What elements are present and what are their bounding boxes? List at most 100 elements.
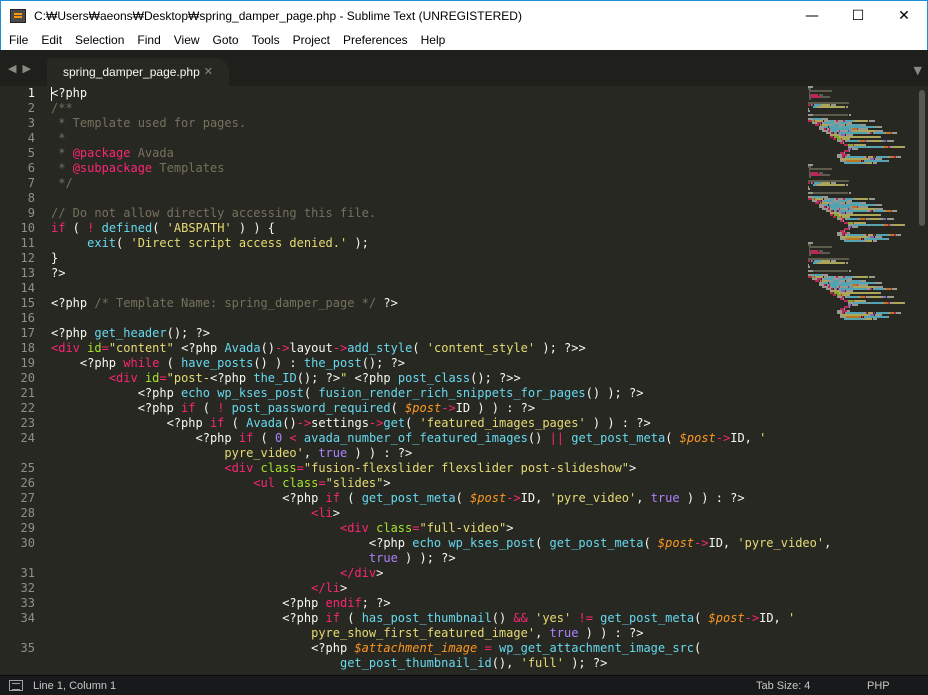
- code-line: <?php if ( has_post_thumbnail() && 'yes'…: [51, 611, 807, 626]
- menu-preferences[interactable]: Preferences: [335, 33, 413, 47]
- tab-nav-right-icon[interactable]: ▶: [22, 62, 30, 75]
- line-number: 30: [20, 536, 35, 550]
- code-line: <?php /* Template Name: spring_damper_pa…: [51, 296, 807, 311]
- code-line: */: [51, 176, 807, 191]
- code-token: <?php: [173, 341, 225, 355]
- code-line: *: [51, 131, 807, 146]
- code-token: get_post_meta: [571, 431, 666, 445]
- menu-view[interactable]: View: [166, 33, 205, 47]
- code-token: <?php: [51, 386, 182, 400]
- code-token: if: [325, 611, 340, 625]
- syntax-selector[interactable]: PHP: [867, 680, 890, 692]
- code-token: ID,: [708, 536, 738, 550]
- code-token: $post: [470, 491, 507, 505]
- code-token: @package: [72, 146, 131, 160]
- line-number: 4: [27, 131, 35, 145]
- menu-edit[interactable]: Edit: [33, 33, 67, 47]
- minimap[interactable]: [808, 86, 912, 336]
- code-token: <?php: [51, 491, 326, 505]
- tab-nav-left-icon[interactable]: ◀: [8, 62, 16, 75]
- line-number: 35: [20, 641, 35, 655]
- menu-help[interactable]: Help: [413, 33, 451, 47]
- code-token: >: [506, 521, 514, 535]
- code-token: =: [484, 641, 492, 655]
- line-number: 32: [20, 581, 35, 595]
- code-token: /* Template Name: spring_damper_page */: [94, 296, 377, 310]
- code-line: // Do not allow directly accessing this …: [51, 206, 807, 221]
- vertical-scrollbar[interactable]: [919, 90, 925, 226]
- code-token: <?php: [51, 596, 326, 610]
- code-token: // Do not allow directly accessing this …: [51, 206, 377, 220]
- code-token: ->: [694, 536, 709, 550]
- code-token: <?php: [51, 416, 210, 430]
- code-token: (: [694, 611, 709, 625]
- code-token: avada_number_of_featured_images: [303, 431, 528, 445]
- code-token: 'content_style': [426, 341, 536, 355]
- code-token: </div: [339, 566, 377, 580]
- menu-project[interactable]: Project: [285, 33, 335, 47]
- code-token: ID,: [520, 491, 550, 505]
- menu-selection[interactable]: Selection: [67, 33, 129, 47]
- menu-find[interactable]: Find: [129, 33, 165, 47]
- code-line: <?php if ( get_post_meta( $post->ID, 'py…: [51, 491, 807, 506]
- code-token: (: [303, 386, 319, 400]
- code-token: <: [289, 431, 297, 445]
- code-line: </div>: [51, 566, 807, 581]
- panel-toggle-icon[interactable]: [9, 680, 23, 691]
- code-token: ,: [535, 626, 550, 640]
- code-token: ->: [715, 431, 731, 445]
- code-token: );: [347, 236, 369, 250]
- minimize-button[interactable]: —: [789, 1, 835, 31]
- menu-file[interactable]: File: [1, 33, 33, 47]
- text-cursor: [51, 87, 52, 101]
- code-line: <div class="full-video">: [51, 521, 807, 536]
- code-token: () ); ?>: [585, 386, 644, 400]
- code-token: <ul: [253, 476, 275, 490]
- code-token: <?php: [51, 326, 95, 340]
- code-token: post_class: [397, 371, 471, 385]
- code-token: ); ?>>: [535, 341, 586, 355]
- code-token: pyre_show_first_featured_image': [311, 626, 536, 640]
- line-number: 19: [20, 356, 35, 370]
- tab-spring-damper-page[interactable]: spring_damper_page.php ✕: [47, 58, 229, 86]
- code-token: Avada: [246, 416, 283, 430]
- tab-overflow-icon[interactable]: ▼: [914, 64, 922, 77]
- code-token: () ) :: [253, 356, 304, 370]
- code-token: >: [332, 506, 341, 520]
- code-token: true: [650, 491, 680, 505]
- code-line: <ul class="slides">: [51, 476, 807, 491]
- code-token: id: [144, 371, 160, 385]
- code-token: 'pyre_video': [549, 491, 637, 505]
- line-number: 23: [20, 416, 35, 430]
- code-area[interactable]: <?php/** * Template used for pages. * * …: [51, 86, 831, 671]
- code-editor[interactable]: 1 2 3 4 5 6 7 8 9 10 11 12 13 14 15 16 17 18 19 20 21 22 23 24 2…: [0, 86, 928, 675]
- code-token: echo: [412, 536, 442, 550]
- maximize-button[interactable]: ☐: [835, 1, 881, 31]
- menu-tools[interactable]: Tools: [244, 33, 285, 47]
- code-token: (: [412, 341, 427, 355]
- line-number: 22: [20, 401, 35, 415]
- code-token: if: [51, 221, 66, 235]
- line-number: [0, 656, 44, 671]
- tab-size-selector[interactable]: Tab Size: 4: [756, 680, 810, 692]
- menu-goto[interactable]: Goto: [205, 33, 244, 47]
- code-token: *: [51, 161, 73, 175]
- code-line: <div class="fusion-flexslider flexslider…: [51, 461, 807, 476]
- minimap-line: [808, 318, 912, 320]
- code-token: (); ?>: [166, 326, 210, 340]
- code-token: (: [253, 431, 275, 445]
- code-token: =: [318, 476, 326, 490]
- code-token: (); ?>>: [470, 371, 521, 385]
- code-token: 'ABSPATH': [166, 221, 232, 235]
- tab-close-icon[interactable]: ✕: [204, 65, 213, 78]
- close-button[interactable]: ✕: [881, 1, 927, 31]
- line-number: 14: [20, 281, 35, 295]
- code-token: <?php: [51, 296, 95, 310]
- code-token: ) ); ?>: [397, 551, 456, 565]
- code-token: ); ?>: [563, 656, 608, 670]
